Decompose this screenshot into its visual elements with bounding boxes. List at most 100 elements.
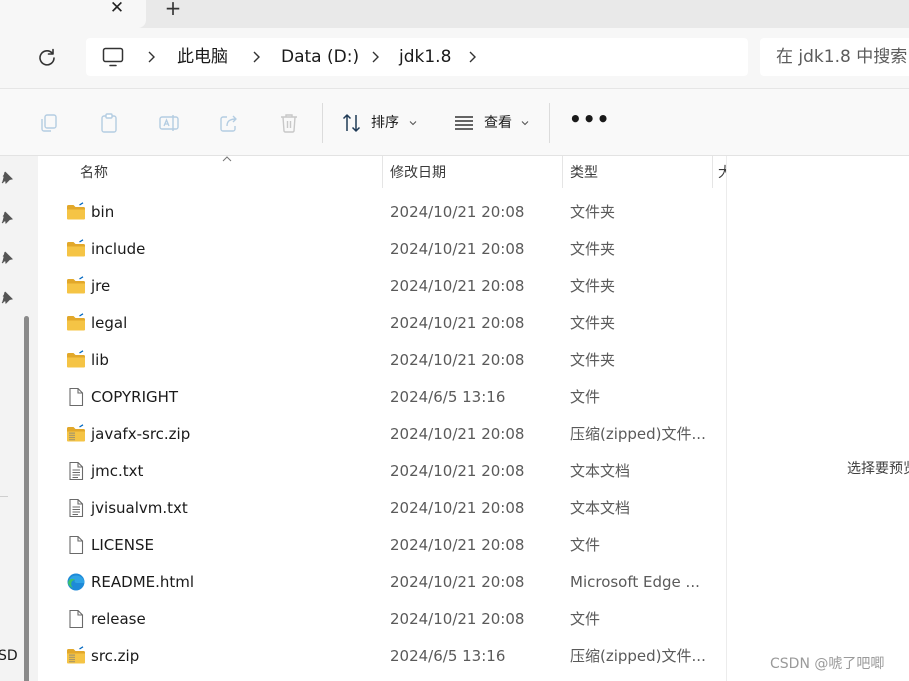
column-header-size[interactable]: 大: [718, 164, 726, 182]
pin-icon[interactable]: [0, 210, 14, 224]
nav-divider: [0, 496, 8, 497]
file-modified-date: 2024/10/21 20:08: [390, 240, 525, 258]
file-modified-date: 2024/10/21 20:08: [390, 536, 525, 554]
file-name[interactable]: README.html: [91, 572, 194, 592]
file-modified-date: 2024/10/21 20:08: [390, 462, 525, 480]
preview-pane: 选择要预览 CSDN @唬了吧唧: [726, 156, 909, 681]
nav-item-drive-partial[interactable]: SD: [0, 648, 18, 664]
file-name[interactable]: COPYRIGHT: [91, 387, 178, 407]
breadcrumb-chevron-icon[interactable]: [467, 50, 477, 64]
column-divider[interactable]: [562, 156, 563, 188]
column-header-name[interactable]: 名称: [80, 164, 108, 182]
file-row[interactable]: jre 2024/10/21 20:08 文件夹: [38, 267, 726, 304]
file-name[interactable]: release: [91, 609, 146, 629]
file-type: 文件: [570, 536, 601, 554]
file-name[interactable]: include: [91, 239, 145, 259]
file-row[interactable]: include 2024/10/21 20:08 文件夹: [38, 230, 726, 267]
address-bar[interactable]: 此电脑 Data (D:) jdk1.8: [86, 38, 748, 76]
view-button[interactable]: 查看: [484, 113, 512, 133]
file-name[interactable]: LICENSE: [91, 535, 154, 555]
sort-icon[interactable]: [341, 112, 363, 134]
breadcrumb-chevron-icon[interactable]: [251, 50, 261, 64]
navigation-scrollbar[interactable]: [24, 316, 29, 681]
folder-icon: [66, 276, 86, 296]
breadcrumb-this-pc[interactable]: 此电脑: [177, 47, 228, 67]
file-row[interactable]: src.zip 2024/6/5 13:16 压缩(zipped)文件...: [38, 637, 726, 674]
file-icon: [66, 609, 86, 629]
column-header-date[interactable]: 修改日期: [390, 164, 446, 182]
copy-icon[interactable]: [38, 112, 60, 134]
file-row[interactable]: COPYRIGHT 2024/6/5 13:16 文件: [38, 378, 726, 415]
file-row[interactable]: jvisualvm.txt 2024/10/21 20:08 文本文档: [38, 489, 726, 526]
sort-button[interactable]: 排序: [371, 113, 399, 133]
file-row[interactable]: LICENSE 2024/10/21 20:08 文件: [38, 526, 726, 563]
text-file-icon: [66, 498, 86, 518]
file-type: 文本文档: [570, 499, 631, 517]
file-row[interactable]: jmc.txt 2024/10/21 20:08 文本文档: [38, 452, 726, 489]
file-name[interactable]: javafx-src.zip: [91, 424, 190, 444]
file-name[interactable]: jvisualvm.txt: [91, 498, 188, 518]
pin-icon[interactable]: [0, 170, 14, 184]
paste-icon[interactable]: [98, 112, 120, 134]
chevron-down-icon[interactable]: [521, 120, 529, 126]
breadcrumb-chevron-icon[interactable]: [146, 50, 156, 64]
file-type: 文件夹: [570, 203, 616, 221]
file-name[interactable]: jre: [91, 276, 110, 296]
share-icon[interactable]: [218, 112, 240, 134]
tab-strip: ✕ +: [0, 0, 909, 28]
file-modified-date: 2024/6/5 13:16: [390, 388, 506, 406]
active-tab[interactable]: ✕: [0, 0, 146, 28]
file-name[interactable]: jmc.txt: [91, 461, 143, 481]
new-tab-icon[interactable]: +: [162, 0, 184, 18]
file-type: 文件夹: [570, 240, 616, 258]
text-file-icon: [66, 461, 86, 481]
file-row[interactable]: bin 2024/10/21 20:08 文件夹: [38, 193, 726, 230]
file-modified-date: 2024/6/5 13:16: [390, 647, 506, 665]
file-type: 压缩(zipped)文件...: [570, 647, 706, 665]
file-modified-date: 2024/10/21 20:08: [390, 610, 525, 628]
file-row[interactable]: javafx-src.zip 2024/10/21 20:08 压缩(zipped)…: [38, 415, 726, 452]
file-modified-date: 2024/10/21 20:08: [390, 277, 525, 295]
file-type: 文件夹: [570, 351, 616, 369]
breadcrumb-jdk[interactable]: jdk1.8: [399, 47, 451, 67]
file-row[interactable]: lib 2024/10/21 20:08 文件夹: [38, 341, 726, 378]
breadcrumb-data-drive[interactable]: Data (D:): [281, 47, 359, 67]
zip-icon: [66, 646, 86, 666]
refresh-icon[interactable]: [36, 47, 58, 69]
file-modified-date: 2024/10/21 20:08: [390, 573, 525, 591]
file-type: Microsoft Edge ...: [570, 573, 700, 591]
file-icon: [66, 387, 86, 407]
column-divider[interactable]: [382, 156, 383, 188]
search-input[interactable]: 在 jdk1.8 中搜索: [760, 38, 909, 76]
rename-icon[interactable]: [158, 112, 180, 134]
breadcrumb-chevron-icon[interactable]: [370, 50, 380, 64]
chevron-down-icon[interactable]: [409, 120, 417, 126]
file-type: 压缩(zipped)文件...: [570, 425, 706, 443]
file-modified-date: 2024/10/21 20:08: [390, 499, 525, 517]
file-name[interactable]: src.zip: [91, 646, 139, 666]
command-bar: 排序 查看 •••: [0, 88, 909, 156]
more-options-button[interactable]: •••: [569, 109, 610, 129]
delete-icon[interactable]: [278, 112, 300, 134]
toolbar-divider: [549, 103, 550, 143]
watermark-text: CSDN @唬了吧唧: [770, 656, 885, 672]
file-row[interactable]: legal 2024/10/21 20:08 文件夹: [38, 304, 726, 341]
file-modified-date: 2024/10/21 20:08: [390, 351, 525, 369]
close-tab-icon[interactable]: ✕: [107, 0, 127, 18]
computer-icon[interactable]: [102, 47, 124, 67]
view-icon[interactable]: [453, 112, 475, 134]
file-name[interactable]: lib: [91, 350, 109, 370]
file-icon: [66, 535, 86, 555]
sort-ascending-icon: [222, 156, 232, 162]
pin-icon[interactable]: [0, 290, 14, 304]
column-header-type[interactable]: 类型: [570, 164, 598, 182]
file-row[interactable]: README.html 2024/10/21 20:08 Microsoft Edg…: [38, 563, 726, 600]
file-row[interactable]: release 2024/10/21 20:08 文件: [38, 600, 726, 637]
preview-message: 选择要预览: [847, 461, 909, 477]
file-name[interactable]: bin: [91, 202, 114, 222]
file-modified-date: 2024/10/21 20:08: [390, 314, 525, 332]
column-divider[interactable]: [712, 156, 713, 188]
pin-icon[interactable]: [0, 250, 14, 264]
column-header-row: 名称 修改日期 类型 大: [38, 156, 726, 190]
file-name[interactable]: legal: [91, 313, 127, 333]
